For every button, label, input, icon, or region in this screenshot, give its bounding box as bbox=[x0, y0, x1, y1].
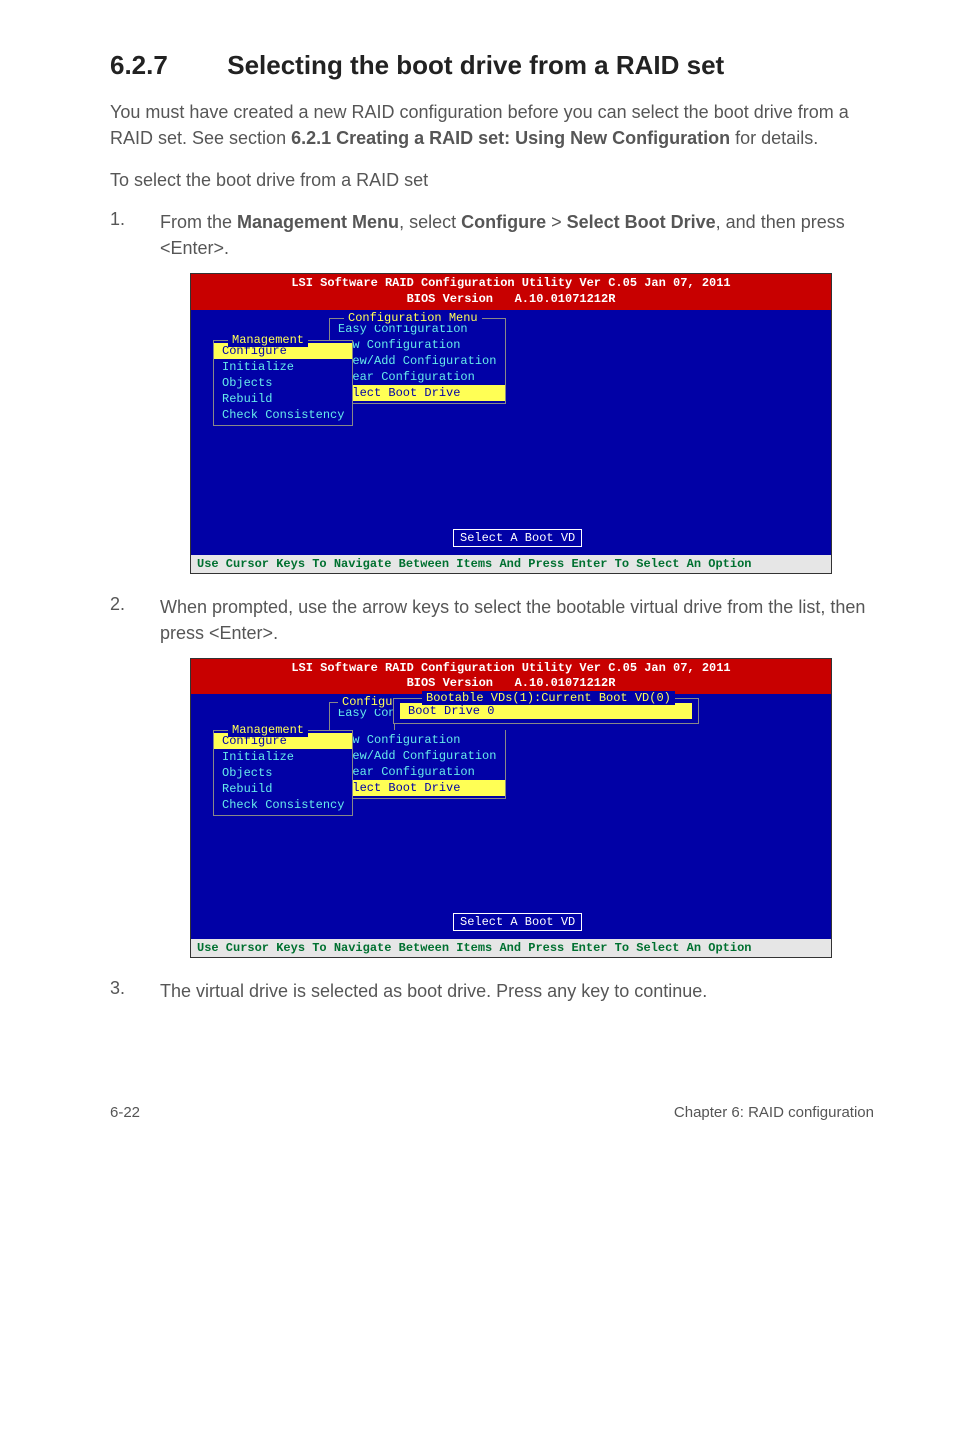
section-heading: 6.2.7 Selecting the boot drive from a RA… bbox=[110, 50, 874, 81]
management-menu-title-2: Management bbox=[228, 723, 308, 737]
config-menu-title: Configuration Menu bbox=[344, 311, 482, 325]
config-item-new[interactable]: New Configuration bbox=[330, 337, 505, 353]
section-title-text: Selecting the boot drive from a RAID set bbox=[227, 50, 724, 80]
mgmt-item-check[interactable]: Check Consistency bbox=[214, 407, 352, 423]
management-menu-title: Management bbox=[228, 333, 308, 347]
bios-footer-hint: Use Cursor Keys To Navigate Between Item… bbox=[191, 555, 831, 573]
management-menu-box-2: Management Configure Initialize Objects … bbox=[213, 730, 353, 816]
config-item-clear[interactable]: Clear Configuration bbox=[330, 369, 505, 385]
mgmt-item-objects[interactable]: Objects bbox=[214, 375, 352, 391]
section-number: 6.2.7 bbox=[110, 50, 220, 81]
mgmt-item-check-2[interactable]: Check Consistency bbox=[214, 797, 352, 813]
page-number: 6-22 bbox=[110, 1104, 140, 1121]
step-1-b3: Select Boot Drive bbox=[567, 212, 716, 232]
bootable-vds-popup: Bootable VDs(1):Current Boot VD(0) Boot … bbox=[393, 698, 699, 724]
bios2-title-line1: LSI Software RAID Configuration Utility … bbox=[291, 661, 730, 675]
bios-screen-2: LSI Software RAID Configuration Utility … bbox=[190, 658, 832, 958]
step-1-b2: Configure bbox=[461, 212, 546, 232]
intro-p1-post: for details. bbox=[730, 128, 818, 148]
step-1-mid1: , select bbox=[399, 212, 461, 232]
step-1-number: 1. bbox=[110, 209, 160, 261]
config-item-new-2[interactable]: New Configuration bbox=[330, 732, 505, 748]
step-2-text: When prompted, use the arrow keys to sel… bbox=[160, 594, 874, 646]
select-boot-vd-box: Select A Boot VD bbox=[453, 529, 582, 547]
boot-drive-0[interactable]: Boot Drive 0 bbox=[400, 703, 692, 719]
mgmt-item-initialize[interactable]: Initialize bbox=[214, 359, 352, 375]
step-3: 3. The virtual drive is selected as boot… bbox=[110, 978, 874, 1004]
step-1-b1: Management Menu bbox=[237, 212, 399, 232]
config-item-clear-2[interactable]: Clear Configuration bbox=[330, 764, 505, 780]
step-1-text: From the Management Menu, select Configu… bbox=[160, 209, 874, 261]
intro-paragraph-1: You must have created a new RAID configu… bbox=[110, 99, 874, 151]
bios2-title-bar: LSI Software RAID Configuration Utility … bbox=[191, 659, 831, 694]
page-footer: 6-22 Chapter 6: RAID configuration bbox=[110, 1064, 874, 1121]
chapter-label: Chapter 6: RAID configuration bbox=[674, 1104, 874, 1121]
mgmt-item-rebuild[interactable]: Rebuild bbox=[214, 391, 352, 407]
config-menu-lower: New Configuration View/Add Configuration… bbox=[329, 730, 506, 799]
step-1-mid2: > bbox=[546, 212, 567, 232]
config-menu-box: Configuration Menu Easy Configuration Ne… bbox=[329, 318, 506, 404]
mgmt-item-initialize-2[interactable]: Initialize bbox=[214, 749, 352, 765]
step-3-number: 3. bbox=[110, 978, 160, 1004]
bios-title-line1: LSI Software RAID Configuration Utility … bbox=[291, 276, 730, 290]
bootable-vds-title: Bootable VDs(1):Current Boot VD(0) bbox=[422, 691, 675, 705]
config-menu-title-trunc: Configu bbox=[338, 695, 396, 709]
bios2-title-line2: BIOS Version A.10.01071212R bbox=[407, 676, 616, 690]
step-3-text: The virtual drive is selected as boot dr… bbox=[160, 978, 874, 1004]
bios-title-bar: LSI Software RAID Configuration Utility … bbox=[191, 274, 831, 309]
step-1-pre: From the bbox=[160, 212, 237, 232]
bios-title-line2: BIOS Version A.10.01071212R bbox=[407, 292, 616, 306]
intro-p1-bold: 6.2.1 Creating a RAID set: Using New Con… bbox=[291, 128, 730, 148]
mgmt-item-objects-2[interactable]: Objects bbox=[214, 765, 352, 781]
bios-screen-1: LSI Software RAID Configuration Utility … bbox=[190, 273, 832, 573]
config-item-select-boot[interactable]: Select Boot Drive bbox=[330, 385, 505, 401]
config-item-view[interactable]: View/Add Configuration bbox=[330, 353, 505, 369]
select-boot-vd-box-2: Select A Boot VD bbox=[453, 913, 582, 931]
step-2: 2. When prompted, use the arrow keys to … bbox=[110, 594, 874, 646]
management-menu-box: Management Configure Initialize Objects … bbox=[213, 340, 353, 426]
config-item-select-boot-2[interactable]: Select Boot Drive bbox=[330, 780, 505, 796]
mgmt-item-rebuild-2[interactable]: Rebuild bbox=[214, 781, 352, 797]
step-1: 1. From the Management Menu, select Conf… bbox=[110, 209, 874, 261]
step-2-number: 2. bbox=[110, 594, 160, 646]
intro-paragraph-2: To select the boot drive from a RAID set bbox=[110, 167, 874, 193]
config-item-view-2[interactable]: View/Add Configuration bbox=[330, 748, 505, 764]
bios2-footer-hint: Use Cursor Keys To Navigate Between Item… bbox=[191, 939, 831, 957]
